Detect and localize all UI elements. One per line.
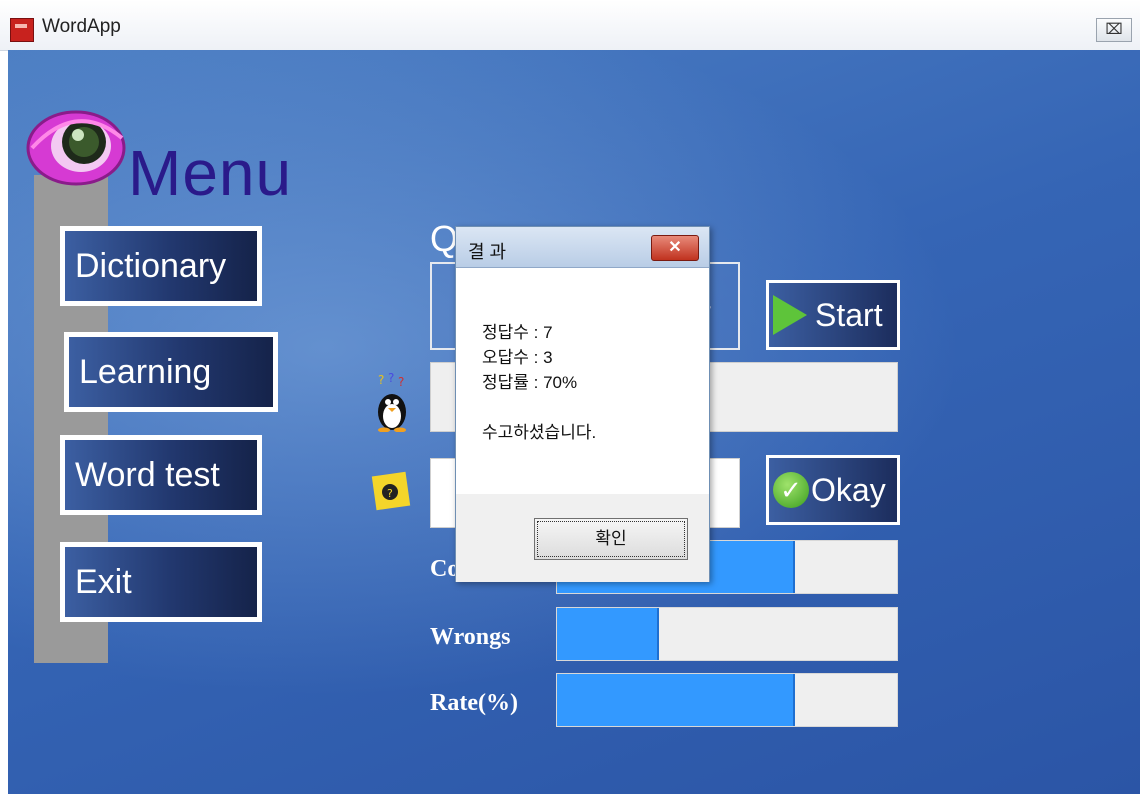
app-icon bbox=[10, 18, 34, 42]
quiz-heading: Q bbox=[430, 218, 459, 259]
correct-count-text: 정답수 : 7 bbox=[482, 323, 553, 342]
sticky-note-icon: ? bbox=[371, 471, 411, 511]
svg-text:?: ? bbox=[378, 373, 384, 387]
start-label: Start bbox=[815, 296, 883, 333]
dialog-footer: 확인 bbox=[456, 494, 709, 582]
wrongs-progress-bar bbox=[556, 607, 898, 661]
rate-progress-bar bbox=[556, 673, 898, 727]
correct-rate-text: 정답률 : 70% bbox=[482, 373, 578, 392]
menu-title: Menu bbox=[128, 137, 293, 209]
exit-label: Exit bbox=[75, 562, 132, 601]
rate-progress-fill bbox=[557, 674, 795, 726]
play-icon bbox=[773, 295, 807, 335]
window-titlebar: WordApp ⌧ bbox=[0, 0, 1140, 51]
wrong-count-text: 오답수 : 3 bbox=[482, 348, 553, 367]
svg-text:?: ? bbox=[398, 375, 404, 389]
dictionary-button[interactable]: Dictionary bbox=[60, 226, 262, 306]
svg-text:?: ? bbox=[387, 487, 393, 500]
dialog-titlebar: 결 과 ✕ bbox=[456, 227, 709, 268]
word-test-label: Word test bbox=[75, 455, 220, 494]
dialog-title: 결 과 bbox=[468, 242, 507, 262]
thanks-message: 수고하셨습니다. bbox=[482, 423, 597, 442]
svg-text:?: ? bbox=[388, 372, 394, 385]
rate-label: Rate(%) bbox=[430, 690, 518, 716]
wrongs-progress-fill bbox=[557, 608, 659, 660]
wrongs-label: Wrongs bbox=[430, 624, 511, 650]
dialog-body: 정답수 : 7 오답수 : 3 정답률 : 70% 수고하셨습니다. bbox=[456, 268, 709, 494]
eye-logo-icon bbox=[26, 110, 126, 186]
result-dialog: 결 과 ✕ 정답수 : 7 오답수 : 3 정답률 : 70% 수고하셨습니다.… bbox=[455, 226, 710, 582]
okay-button[interactable]: ✓ Okay bbox=[766, 455, 900, 525]
dictionary-label: Dictionary bbox=[75, 246, 227, 285]
okay-label: Okay bbox=[811, 471, 886, 508]
dialog-ok-button[interactable]: 확인 bbox=[534, 518, 688, 560]
penguin-question-icon: ? ? ? bbox=[378, 372, 406, 432]
word-test-button[interactable]: Word test bbox=[60, 435, 262, 515]
dialog-close-button[interactable]: ✕ bbox=[651, 235, 699, 261]
learning-button[interactable]: Learning bbox=[64, 332, 278, 412]
exit-button[interactable]: Exit bbox=[60, 542, 262, 622]
window-title: WordApp bbox=[42, 16, 121, 37]
window-close-button[interactable]: ⌧ bbox=[1096, 18, 1132, 42]
learning-label: Learning bbox=[79, 352, 212, 391]
start-button[interactable]: Start bbox=[766, 280, 900, 350]
check-icon: ✓ bbox=[773, 472, 809, 508]
